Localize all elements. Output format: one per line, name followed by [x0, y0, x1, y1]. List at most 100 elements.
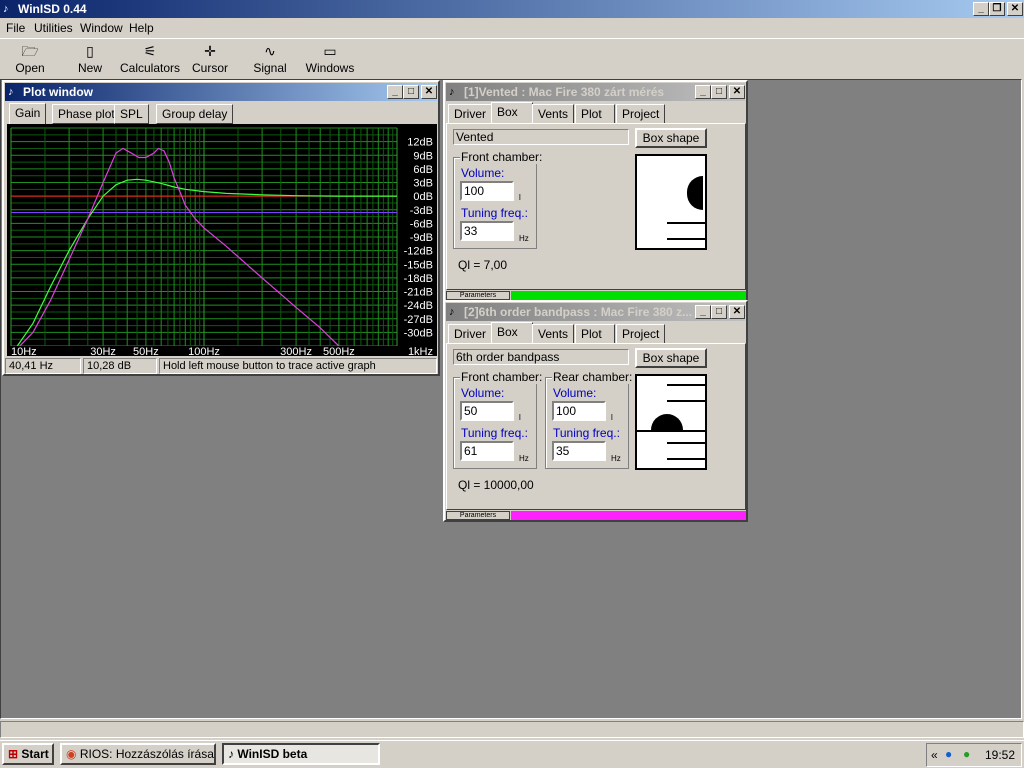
bandpass-ql: Ql = 10000,00: [458, 478, 534, 492]
vented-tuning-unit: Hz: [519, 234, 529, 243]
calculator-icon: ⚟: [143, 43, 157, 59]
vent-port-bottom: [667, 238, 705, 240]
vented-tab-plot[interactable]: Plot: [575, 104, 615, 124]
bandpass-tab-vents[interactable]: Vents: [532, 324, 575, 344]
bandpass-close-button[interactable]: ✕: [729, 305, 745, 319]
plot-minimize-button[interactable]: _: [387, 85, 403, 99]
taskbar-task-browser[interactable]: ◉ RIOS: Hozzászólás írása ...: [60, 743, 216, 765]
y-tick-label: 0dB: [413, 191, 433, 203]
toolbar: 🗁 Open ▯ New ⚟ Calculators ✛ Cursor ∿ Si…: [0, 38, 1024, 89]
minimize-button[interactable]: _: [973, 2, 989, 16]
bandpass-minimize-button[interactable]: _: [695, 305, 711, 319]
bandpass-box-type[interactable]: 6th order bandpass: [453, 349, 629, 365]
bandpass-tab-driver[interactable]: Driver: [448, 324, 492, 344]
tab-phase-plot[interactable]: Phase plot: [52, 104, 121, 124]
x-tick-label: 50Hz: [133, 346, 159, 356]
tab-gain[interactable]: Gain: [9, 103, 47, 125]
vented-box-shape-button[interactable]: Box shape: [635, 128, 707, 148]
tab-spl[interactable]: SPL: [114, 104, 149, 124]
bandpass-tab-plot[interactable]: Plot: [575, 324, 615, 344]
windows-button[interactable]: ▭ Windows: [305, 41, 355, 75]
plot-window-icon: ♪: [8, 86, 14, 98]
cursor-button[interactable]: ✛ Cursor: [190, 41, 230, 75]
bandpass-parameters-label[interactable]: Parameters: [446, 511, 510, 520]
bandpass-rear-chamber-label: Rear chamber:: [552, 370, 634, 384]
vented-maximize-button[interactable]: □: [711, 85, 727, 99]
plot-close-button[interactable]: ✕: [421, 85, 437, 99]
vented-volume-label: Volume:: [461, 166, 505, 180]
bandpass-rear-volume-input[interactable]: 100: [552, 401, 606, 421]
plot-window-title-bar[interactable]: ♪ Plot window: [5, 83, 437, 101]
vented-close-button[interactable]: ✕: [729, 85, 745, 99]
vented-tab-driver[interactable]: Driver: [448, 104, 492, 124]
vented-project-window: ♪ [1]Vented : Mac Fire 380 zárt mérés _ …: [443, 80, 748, 302]
bandpass-window-title: [2]6th order bandpass : Mac Fire 380 z..…: [464, 305, 693, 319]
vented-tab-box[interactable]: Box: [491, 102, 533, 124]
restore-button[interactable]: ❐: [989, 2, 1005, 16]
bandpass-tab-box[interactable]: Box: [491, 322, 533, 344]
x-tick-label: 10Hz: [11, 346, 37, 356]
vented-volume-unit: l: [519, 193, 521, 202]
y-tick-label: -9dB: [410, 232, 433, 244]
menu-utilities[interactable]: Utilities: [34, 21, 73, 35]
bandpass-maximize-button[interactable]: □: [711, 305, 727, 319]
security-icon[interactable]: ●: [963, 747, 970, 761]
window-icon: ▭: [323, 43, 337, 59]
bandpass-tab-project[interactable]: Project: [616, 324, 666, 344]
menu-window[interactable]: Window: [80, 21, 123, 35]
gain-plot[interactable]: 12dB 9dB 6dB 3dB 0dB -3dB -6dB -9dB -12dB -15dB -1…: [7, 124, 437, 358]
start-button[interactable]: ⊞ Start: [2, 743, 54, 765]
bandpass-box-shape-button[interactable]: Box shape: [635, 348, 707, 368]
vented-parameters-label[interactable]: Parameters: [446, 291, 510, 300]
y-tick-label: -27dB: [404, 314, 433, 326]
vented-tuning-input[interactable]: 33: [460, 221, 514, 241]
bandpass-graph-color-bar: [511, 511, 746, 520]
bandpass-box-diagram: [635, 374, 707, 470]
vented-volume-input[interactable]: 100: [460, 181, 514, 201]
vented-tab-project[interactable]: Project: [616, 104, 666, 124]
vented-window-title: [1]Vented : Mac Fire 380 zárt mérés: [464, 85, 665, 99]
y-tick-label: -18dB: [404, 273, 433, 285]
y-tick-label: -21dB: [404, 287, 433, 299]
open-button[interactable]: 🗁 Open: [12, 41, 48, 75]
bandpass-front-volume-input[interactable]: 50: [460, 401, 514, 421]
vented-box-type[interactable]: Vented: [453, 129, 629, 145]
close-button[interactable]: ✕: [1007, 2, 1023, 16]
vented-window-icon: ♪: [449, 86, 455, 98]
network-icon[interactable]: ●: [945, 747, 952, 761]
bandpass-front-tuning-unit: Hz: [519, 454, 529, 463]
system-tray: « ● ● 19:52: [926, 743, 1022, 767]
folder-open-icon: 🗁: [21, 43, 39, 59]
app-title-bar[interactable]: ♪ WinISD 0.44: [0, 0, 1024, 18]
bandpass-rear-volume-label: Volume:: [553, 386, 597, 400]
new-button[interactable]: ▯ New: [72, 41, 108, 75]
taskbar-task-winisd[interactable]: ♪ WinISD beta: [222, 743, 380, 765]
bandpass-speaker-icon: [651, 414, 683, 430]
bandpass-front-volume-unit: l: [519, 413, 521, 422]
vented-minimize-button[interactable]: _: [695, 85, 711, 99]
menu-help[interactable]: Help: [129, 21, 154, 35]
x-tick-label: 1kHz: [408, 346, 433, 356]
vent-port-top: [667, 222, 705, 224]
y-tick-label: 9dB: [413, 150, 433, 162]
y-tick-label: -30dB: [404, 327, 433, 339]
plot-maximize-button[interactable]: □: [403, 85, 419, 99]
y-tick-label: -15dB: [404, 259, 433, 271]
front-port-bottom: [667, 400, 705, 402]
vented-tab-vents[interactable]: Vents: [532, 104, 575, 124]
vented-ql: Ql = 7,00: [458, 258, 508, 272]
bandpass-rear-tuning-input[interactable]: 35: [552, 441, 606, 461]
x-tick-label: 30Hz: [90, 346, 116, 356]
menu-file[interactable]: File: [6, 21, 25, 35]
calculators-button[interactable]: ⚟ Calculators: [120, 41, 180, 75]
vented-graph-color-bar: [511, 291, 746, 300]
winisd-app-icon: ♪: [3, 3, 9, 15]
bandpass-front-tuning-label: Tuning freq.:: [461, 426, 528, 440]
tab-group-delay[interactable]: Group delay: [156, 104, 234, 124]
vented-speaker-icon: [687, 176, 703, 210]
vented-box-diagram: [635, 154, 707, 250]
status-hint: Hold left mouse button to trace active g…: [159, 358, 437, 374]
status-frequency: 40,41 Hz: [5, 358, 81, 374]
bandpass-front-tuning-input[interactable]: 61: [460, 441, 514, 461]
tray-expand-chevron[interactable]: «: [931, 748, 938, 762]
